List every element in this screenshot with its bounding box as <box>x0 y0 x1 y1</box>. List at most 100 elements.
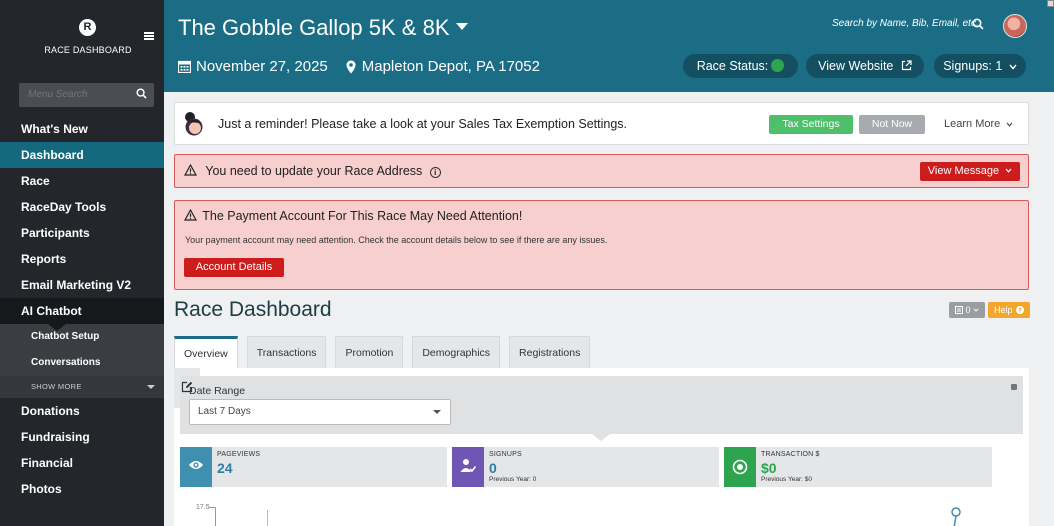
sidebar: R RACE DASHBOARD What's New Dashboard Ra… <box>0 0 164 526</box>
notes-icon <box>954 306 963 314</box>
signups-icon-box <box>452 447 484 487</box>
sidebar-item-email-marketing[interactable]: Email Marketing V2 <box>0 272 164 298</box>
pageviews-card: PAGEVIEWS 24 <box>180 447 447 487</box>
chart-line-marker <box>951 507 961 526</box>
transactions-prev: Previous Year: $0 <box>761 476 812 483</box>
user-check-icon <box>460 459 476 473</box>
question-circle-icon: ? <box>1016 306 1025 314</box>
sidebar-item-donations[interactable]: Donations <box>0 398 164 424</box>
payment-alert-title: The Payment Account For This Race May Ne… <box>183 208 523 223</box>
sidebar-item-ai-chatbot[interactable]: AI Chatbot <box>0 298 164 324</box>
tab-demographics[interactable]: Demographics <box>412 336 501 369</box>
dashboard-tabs: Overview Transactions Promotion Demograp… <box>174 336 599 369</box>
page-title: Race Dashboard <box>174 298 332 321</box>
sidebar-item-raceday-tools[interactable]: RaceDay Tools <box>0 194 164 220</box>
mascot-avatar-icon <box>185 112 203 136</box>
learn-more-label: Learn More <box>944 118 1001 130</box>
date-range-label: Date Range <box>189 385 246 397</box>
chevron-down-icon <box>1005 168 1012 173</box>
filter-pointer <box>592 434 610 441</box>
menu-search-input[interactable] <box>19 83 129 106</box>
warning-icon <box>183 208 198 221</box>
chevron-down-icon <box>1009 64 1017 70</box>
date-range-value: Last 7 Days <box>198 406 251 417</box>
race-address-alert: You need to update your Race Address i V… <box>174 154 1029 188</box>
learn-more-dropdown[interactable]: Learn More <box>944 118 1013 130</box>
race-header: The Gobble Gallop 5K & 8K November 27, 2… <box>164 0 1054 92</box>
sidebar-item-participants[interactable]: Participants <box>0 220 164 246</box>
not-now-button[interactable]: Not Now <box>859 115 925 134</box>
race-location: Mapleton Depot, PA 17052 <box>361 58 540 75</box>
transactions-label: TRANSACTION $ <box>761 451 820 458</box>
status-indicator-icon <box>771 59 785 72</box>
race-logo-icon[interactable]: R <box>79 19 96 36</box>
tab-overview[interactable]: Overview <box>174 336 238 369</box>
view-website-button[interactable]: View Website <box>806 54 924 78</box>
sidebar-item-financial[interactable]: Financial <box>0 450 164 476</box>
overview-panel: Date Range Last 7 Days PAGEVIEWS 24 SIGN… <box>174 368 1029 526</box>
chart-gridline <box>267 510 268 526</box>
date-range-select[interactable]: Last 7 Days <box>189 399 451 425</box>
help-label: Help <box>993 305 1013 315</box>
tab-transactions[interactable]: Transactions <box>246 336 327 369</box>
notes-count: 0 <box>965 305 971 315</box>
chevron-down-icon <box>147 385 155 389</box>
sidebar-item-whats-new[interactable]: What's New <box>0 116 164 142</box>
transactions-value: $0 <box>761 460 777 476</box>
transactions-card: TRANSACTION $ $0 Previous Year: $0 <box>724 447 992 487</box>
sidebar-item-reports[interactable]: Reports <box>0 246 164 272</box>
sidebar-item-photos[interactable]: Photos <box>0 476 164 502</box>
signups-label: SIGNUPS <box>489 451 522 458</box>
sidebar-item-race[interactable]: Race <box>0 168 164 194</box>
notes-count-button[interactable]: 0 <box>949 302 985 318</box>
race-address-text: You need to update your Race Address <box>205 164 423 178</box>
search-icon[interactable] <box>136 88 147 99</box>
chevron-down-icon <box>973 308 979 312</box>
ai-chatbot-submenu: Chatbot Setup Conversations SHOW MORE <box>0 324 164 398</box>
view-website-label: View Website <box>818 59 894 73</box>
signups-card: SIGNUPS 0 Previous Year: 0 <box>452 447 719 487</box>
tax-settings-button[interactable]: Tax Settings <box>769 115 853 134</box>
show-more-label: SHOW MORE <box>31 382 82 391</box>
sidebar-subitem-conversations[interactable]: Conversations <box>0 350 164 376</box>
payment-alert-title-text: The Payment Account For This Race May Ne… <box>202 209 523 223</box>
calendar-icon <box>178 60 191 73</box>
signups-dropdown[interactable]: Signups: 1 <box>934 54 1026 78</box>
info-icon[interactable]: i <box>429 167 441 178</box>
search-icon[interactable] <box>972 18 984 30</box>
help-button[interactable]: Help ? <box>988 302 1030 318</box>
eye-icon <box>189 461 203 469</box>
payment-account-alert: The Payment Account For This Race May Ne… <box>174 200 1029 290</box>
lock-icon <box>1011 384 1017 390</box>
edit-icon <box>181 381 193 393</box>
map-pin-icon <box>346 60 356 73</box>
race-status-button[interactable]: Race Status: <box>683 54 798 78</box>
date-range-filter: Date Range Last 7 Days <box>180 376 1023 434</box>
sidebar-subitem-chatbot-setup[interactable]: Chatbot Setup <box>0 324 164 350</box>
participant-search-field[interactable]: Search by Name, Bib, Email, etc. <box>832 18 979 29</box>
tab-registrations[interactable]: Registrations <box>509 336 591 369</box>
pageviews-value: 24 <box>217 460 233 476</box>
sidebar-item-dashboard[interactable]: Dashboard <box>0 142 164 168</box>
race-date: November 27, 2025 <box>196 58 328 75</box>
view-message-button[interactable]: View Message <box>920 162 1020 181</box>
race-status-label: Race Status: <box>696 59 769 73</box>
chart-y-axis <box>215 507 216 526</box>
signups-value: 0 <box>489 460 497 476</box>
sidebar-item-fundraising[interactable]: Fundraising <box>0 424 164 450</box>
warning-icon <box>183 163 198 176</box>
account-details-button[interactable]: Account Details <box>184 258 284 277</box>
transactions-icon-box <box>724 447 756 487</box>
overview-chart: 17.5 <box>174 498 1029 526</box>
window-corner-handle[interactable] <box>1047 0 1054 7</box>
user-avatar[interactable] <box>1003 14 1027 38</box>
signups-prev: Previous Year: 0 <box>489 476 537 483</box>
tab-promotion[interactable]: Promotion <box>335 336 404 369</box>
sidebar-show-more[interactable]: SHOW MORE <box>0 376 164 398</box>
svg-text:?: ? <box>1018 306 1022 314</box>
chart-y-tick: 17.5 <box>196 504 210 511</box>
pageviews-label: PAGEVIEWS <box>217 451 261 458</box>
hamburger-menu-icon[interactable] <box>144 32 154 40</box>
race-title-dropdown[interactable]: The Gobble Gallop 5K & 8K <box>178 15 468 41</box>
view-message-label: View Message <box>927 165 1000 177</box>
